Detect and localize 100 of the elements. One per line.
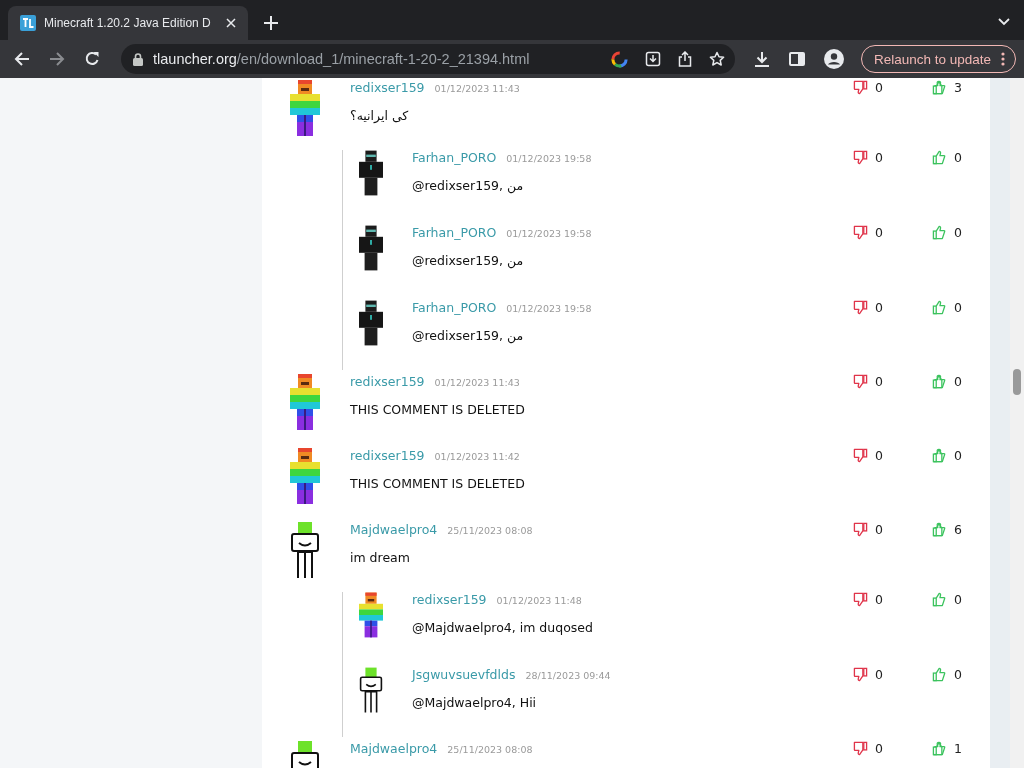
comment-date: 01/12/2023 19:58 — [506, 228, 592, 239]
share-icon[interactable] — [677, 51, 692, 67]
like-count: 1 — [954, 741, 962, 756]
like-count: 0 — [954, 225, 962, 240]
side-panel-icon[interactable] — [788, 51, 805, 67]
comment-text: @Majdwaelpro4, im duqosed — [412, 620, 594, 635]
author-link[interactable]: redixser159 — [350, 374, 425, 389]
comment-text: @redixser159, من — [412, 253, 525, 268]
reload-icon[interactable] — [84, 51, 100, 67]
comment-date: 25/11/2023 08:08 — [447, 525, 533, 536]
scrollbar[interactable] — [1010, 78, 1024, 768]
more-vertical-icon[interactable] — [1001, 52, 1005, 66]
comment-text: THIS COMMENT IS DELETED — [350, 476, 526, 491]
dislike-count: 0 — [875, 522, 883, 537]
avatar-icon — [359, 225, 383, 271]
comment-text: @redixser159, من — [412, 328, 525, 343]
thumbs-up-icon[interactable] — [932, 225, 947, 240]
like-count: 0 — [954, 667, 962, 682]
star-icon[interactable] — [708, 51, 725, 67]
thumbs-up-icon[interactable] — [932, 522, 947, 537]
avatar-icon — [359, 667, 383, 713]
dislike-count: 0 — [875, 592, 883, 607]
dislike-count: 0 — [875, 448, 883, 463]
like-count: 0 — [954, 592, 962, 607]
like-count: 0 — [954, 448, 962, 463]
author-link[interactable]: redixser159 — [350, 80, 425, 95]
author-link[interactable]: Majdwaelpro4 — [350, 522, 438, 537]
thumbs-down-icon[interactable] — [853, 522, 868, 537]
thumbs-up-icon[interactable] — [932, 150, 947, 165]
comment-date: 01/12/2023 11:42 — [434, 451, 520, 462]
url-text: tlauncher.org/en/download_1/minecraft-1-20-2_21394.html — [153, 51, 530, 67]
avatar-icon — [359, 592, 383, 638]
comment-date: 25/11/2023 08:08 — [447, 744, 533, 755]
comment-date: 01/12/2023 19:58 — [506, 303, 592, 314]
comment-text: @Majdwaelpro4, Hii — [412, 695, 538, 710]
thumbs-down-icon[interactable] — [853, 592, 868, 607]
comment-text: THIS COMMENT IS DELETED — [350, 402, 526, 417]
tab-title: Minecraft 1.20.2 Java Edition D — [44, 16, 212, 30]
comment-text: im dream — [350, 550, 411, 565]
comment-date: 01/12/2023 11:43 — [434, 377, 520, 388]
profile-icon[interactable] — [823, 49, 844, 69]
author-link[interactable]: Jsgwuvsuevfdlds — [412, 667, 516, 682]
thumbs-up-icon[interactable] — [932, 592, 947, 607]
avatar-icon — [290, 448, 320, 504]
dislike-count: 0 — [875, 150, 883, 165]
like-count: 0 — [954, 374, 962, 389]
author-link[interactable]: Farhan_PORO — [412, 150, 497, 165]
browser-tab[interactable]: Minecraft 1.20.2 Java Edition D — [8, 6, 248, 40]
dislike-count: 0 — [875, 374, 883, 389]
dislike-count: 0 — [875, 300, 883, 315]
comment-date: 01/12/2023 11:43 — [434, 83, 520, 94]
lock-icon — [133, 52, 143, 66]
like-count: 6 — [954, 522, 962, 537]
thumbs-up-icon[interactable] — [932, 374, 947, 389]
author-link[interactable]: Majdwaelpro4 — [350, 741, 438, 756]
avatar-icon — [359, 150, 383, 196]
like-count: 3 — [954, 80, 962, 95]
thumbs-down-icon[interactable] — [853, 150, 868, 165]
thumbs-up-icon[interactable] — [932, 300, 947, 315]
google-icon[interactable] — [610, 50, 628, 68]
close-icon[interactable] — [226, 18, 236, 28]
chevron-down-icon[interactable] — [998, 18, 1010, 26]
thumbs-down-icon[interactable] — [853, 741, 868, 756]
download-icon[interactable] — [753, 51, 770, 67]
thumbs-down-icon[interactable] — [853, 448, 868, 463]
thumbs-up-icon[interactable] — [932, 448, 947, 463]
author-link[interactable]: Farhan_PORO — [412, 300, 497, 315]
author-link[interactable]: Farhan_PORO — [412, 225, 497, 240]
thumbs-down-icon[interactable] — [853, 374, 868, 389]
avatar-icon — [359, 300, 383, 346]
thumbs-down-icon[interactable] — [853, 667, 868, 682]
dislike-count: 0 — [875, 667, 883, 682]
dislike-count: 0 — [875, 225, 883, 240]
comment-date: 01/12/2023 11:48 — [496, 595, 582, 606]
thumbs-up-icon[interactable] — [932, 80, 947, 95]
forward-arrow-icon[interactable] — [49, 51, 65, 67]
avatar-icon — [290, 80, 320, 136]
comment-date: 01/12/2023 19:58 — [506, 153, 592, 164]
thumbs-down-icon[interactable] — [853, 225, 868, 240]
like-count: 0 — [954, 300, 962, 315]
like-count: 0 — [954, 150, 962, 165]
site-logo-icon — [20, 15, 36, 31]
thumbs-up-icon[interactable] — [932, 741, 947, 756]
back-arrow-icon[interactable] — [14, 51, 30, 67]
author-link[interactable]: redixser159 — [412, 592, 487, 607]
comment-text: کی ایرانیه؟ — [350, 108, 410, 123]
avatar-icon — [290, 374, 320, 430]
comment-text: @redixser159, من — [412, 178, 525, 193]
avatar-icon — [290, 522, 320, 578]
scrollbar-thumb[interactable] — [1013, 369, 1021, 395]
install-icon[interactable] — [644, 51, 661, 67]
address-bar[interactable]: tlauncher.org/en/download_1/minecraft-1-20-2_21394.html — [121, 44, 735, 74]
new-tab-icon[interactable] — [264, 16, 278, 30]
thumbs-up-icon[interactable] — [932, 667, 947, 682]
dislike-count: 0 — [875, 80, 883, 95]
thumbs-down-icon[interactable] — [853, 300, 868, 315]
thumbs-down-icon[interactable] — [853, 80, 868, 95]
author-link[interactable]: redixser159 — [350, 448, 425, 463]
dislike-count: 0 — [875, 741, 883, 756]
comment-date: 28/11/2023 09:44 — [525, 670, 611, 681]
